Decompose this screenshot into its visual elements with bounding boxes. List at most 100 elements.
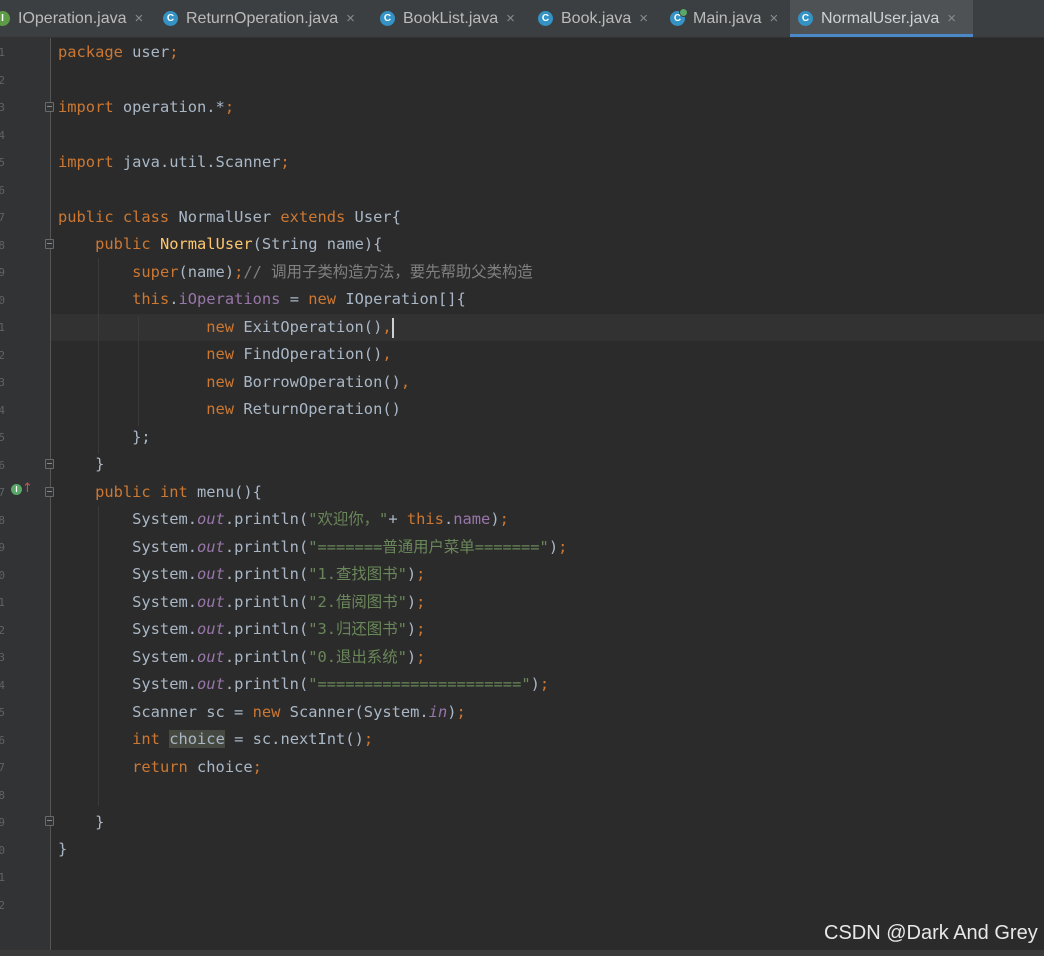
code-line[interactable]: import java.util.Scanner; bbox=[58, 149, 290, 176]
code-token: out bbox=[197, 565, 225, 583]
code-token: .println( bbox=[224, 648, 309, 666]
code-token: "2.借阅图书" bbox=[308, 593, 407, 611]
line-number: 6 bbox=[0, 734, 5, 747]
code-token: out bbox=[197, 620, 225, 638]
code-line[interactable]: } bbox=[58, 809, 104, 836]
code-token: User{ bbox=[345, 208, 401, 226]
implements-method-icon[interactable]: I bbox=[11, 484, 22, 495]
code-line[interactable]: new ExitOperation(), bbox=[58, 314, 394, 341]
close-icon[interactable]: × bbox=[346, 10, 355, 27]
code-token: iOperations bbox=[178, 290, 281, 308]
code-token: System. bbox=[58, 565, 197, 583]
tab-ioperation[interactable]: I IOperation.java × bbox=[0, 0, 153, 37]
code-line[interactable]: package user; bbox=[58, 39, 179, 66]
code-line[interactable]: public int menu(){ bbox=[58, 479, 262, 506]
code-token: ) bbox=[406, 593, 417, 611]
code-token: int bbox=[132, 730, 160, 748]
tab-book[interactable]: C Book.java × bbox=[538, 0, 658, 37]
line-number: 2 bbox=[0, 899, 5, 912]
close-icon[interactable]: × bbox=[135, 10, 144, 27]
code-token: public class bbox=[58, 208, 170, 226]
code-line[interactable]: return choice; bbox=[58, 754, 262, 781]
line-number: 4 bbox=[0, 129, 5, 142]
tab-main[interactable]: C Main.java × bbox=[670, 0, 786, 37]
code-line[interactable]: System.out.println("2.借阅图书"); bbox=[58, 589, 425, 616]
code-line[interactable]: public NormalUser(String name){ bbox=[58, 231, 382, 258]
line-number: 3 bbox=[0, 651, 5, 664]
code-token: out bbox=[197, 510, 225, 528]
text-caret bbox=[391, 317, 394, 338]
code-token: new bbox=[206, 318, 235, 336]
code-line[interactable]: } bbox=[58, 836, 67, 863]
code-token: ; bbox=[363, 730, 374, 748]
code-token: import bbox=[58, 98, 114, 116]
code-token: out bbox=[197, 593, 225, 611]
code-token: "0.退出系统" bbox=[308, 648, 407, 666]
code-line[interactable]: System.out.println("====================… bbox=[58, 671, 549, 698]
code-line[interactable]: System.out.println("0.退出系统"); bbox=[58, 644, 425, 671]
code-token: package bbox=[58, 43, 123, 61]
tab-returnoperation[interactable]: C ReturnOperation.java × bbox=[163, 0, 369, 37]
code-line[interactable]: Scanner sc = new Scanner(System.in); bbox=[58, 699, 466, 726]
code-token: System. bbox=[58, 648, 197, 666]
code-token: this bbox=[406, 510, 444, 528]
code-token: ExitOperation() bbox=[234, 318, 383, 336]
code-token: ; bbox=[252, 758, 262, 776]
watermark: CSDN @Dark And Grey bbox=[824, 922, 1038, 944]
code-line[interactable]: } bbox=[58, 451, 104, 478]
code-line[interactable]: this.iOperations = new IOperation[]{ bbox=[58, 286, 466, 313]
code-token: choice bbox=[187, 758, 253, 776]
horizontal-scrollbar[interactable] bbox=[0, 950, 1044, 956]
line-number: 0 bbox=[0, 844, 5, 857]
code-token: name bbox=[453, 510, 491, 528]
line-number: 6 bbox=[0, 459, 5, 472]
code-line[interactable]: System.out.println("=======普通用户菜单=======… bbox=[58, 534, 567, 561]
code-token: System. bbox=[58, 620, 197, 638]
close-icon[interactable]: × bbox=[639, 10, 648, 27]
code-token: ; bbox=[280, 153, 290, 171]
code-token: user bbox=[122, 43, 170, 61]
code-token: ; bbox=[416, 565, 426, 583]
code-token: ; bbox=[234, 263, 244, 281]
code-token: ; bbox=[539, 675, 550, 693]
tab-booklist[interactable]: C BookList.java × bbox=[380, 0, 526, 37]
code-line[interactable]: super(name);// 调用子类构造方法，要先帮助父类构造 bbox=[58, 259, 533, 286]
implements-arrow-icon[interactable]: ↑ bbox=[22, 481, 33, 496]
line-number: 7 bbox=[0, 761, 5, 774]
editor-tab-bar: I IOperation.java × C ReturnOperation.ja… bbox=[0, 0, 1044, 38]
close-icon[interactable]: × bbox=[506, 10, 515, 27]
close-icon[interactable]: × bbox=[769, 10, 778, 27]
code-token: .println( bbox=[224, 538, 309, 556]
code-line[interactable]: System.out.println("1.查找图书"); bbox=[58, 561, 425, 588]
code-line[interactable]: new ReturnOperation() bbox=[58, 396, 401, 423]
code-line[interactable]: }; bbox=[58, 424, 151, 451]
close-icon[interactable]: × bbox=[947, 10, 956, 27]
line-number: 0 bbox=[0, 569, 5, 582]
class-icon: C bbox=[380, 11, 395, 26]
code-line[interactable]: import operation.*; bbox=[58, 94, 234, 121]
code-token: ) bbox=[530, 675, 540, 693]
code-line[interactable]: new BorrowOperation(), bbox=[58, 369, 410, 396]
code-token: = bbox=[280, 290, 309, 308]
code-token: } bbox=[58, 455, 105, 473]
tab-normaluser[interactable]: C NormalUser.java × bbox=[790, 0, 973, 37]
code-token: .println( bbox=[224, 510, 309, 528]
code-token: (String name){ bbox=[252, 235, 383, 253]
code-token: ; bbox=[169, 43, 179, 61]
code-token: this bbox=[132, 290, 170, 308]
code-line[interactable]: int choice = sc.nextInt(); bbox=[58, 726, 373, 753]
code-token: .println( bbox=[224, 675, 309, 693]
code-token: in bbox=[428, 703, 448, 721]
code-line[interactable]: new FindOperation(), bbox=[58, 341, 391, 368]
code-line[interactable]: System.out.println("3.归还图书"); bbox=[58, 616, 425, 643]
code-line[interactable]: System.out.println("欢迎你，"+ this.name); bbox=[58, 506, 509, 533]
line-number: 5 bbox=[0, 706, 5, 719]
code-token: public bbox=[95, 235, 151, 253]
editor-gutter[interactable]: 1 2 3 4 5 6 7 8 9 0 1 2 3 4 5 6 7 8 9 0 … bbox=[0, 38, 51, 956]
tab-label: NormalUser.java bbox=[821, 9, 940, 27]
code-line[interactable]: public class NormalUser extends User{ bbox=[58, 204, 401, 231]
